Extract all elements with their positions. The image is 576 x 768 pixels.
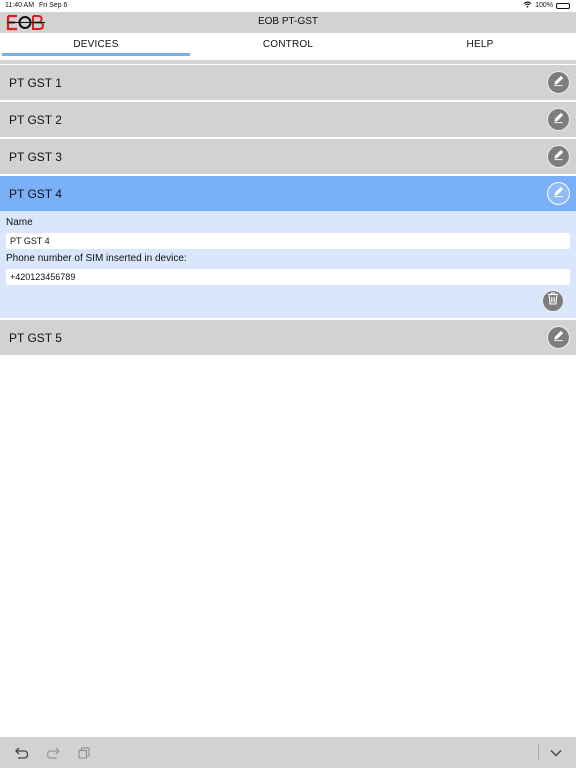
pencil-icon [552,111,565,129]
tab-bar: DEVICES CONTROL HELP [0,33,576,60]
device-name: PT GST 3 [9,149,62,164]
redo-icon[interactable] [45,745,61,761]
wifi-icon [523,1,532,10]
edit-device-button[interactable] [547,326,570,349]
tab-devices[interactable]: DEVICES [0,33,192,60]
name-input[interactable] [6,233,570,249]
device-list: PT GST 1 PT GST 2 PT GST 3 PT GST 4 Name… [0,65,576,357]
tab-divider [0,60,576,64]
chevron-down-icon[interactable] [548,745,564,761]
phone-label: Phone number of SIM inserted in device: [6,253,187,264]
status-date: Fri Sep 6 [39,2,68,9]
edit-device-button[interactable] [547,145,570,168]
pencil-icon [552,148,565,166]
keyboard-toolbar [0,737,576,768]
pencil-icon [552,185,565,203]
tab-control[interactable]: CONTROL [192,33,384,60]
title-bar: EOB PT-GST [0,12,576,33]
device-row-3[interactable]: PT GST 3 [0,139,576,174]
device-row-2[interactable]: PT GST 2 [0,102,576,137]
device-name: PT GST 5 [9,330,62,345]
device-name: PT GST 2 [9,112,62,127]
device-details-panel: Name Phone number of SIM inserted in dev… [0,211,576,318]
device-name: PT GST 1 [9,75,62,90]
name-label: Name [6,217,33,228]
edit-device-button[interactable] [547,71,570,94]
device-row-4-selected[interactable]: PT GST 4 [0,176,576,211]
pencil-icon [552,74,565,92]
status-time: 11:40 AM [5,2,35,9]
edit-device-button[interactable] [547,108,570,131]
device-row-5[interactable]: PT GST 5 [0,320,576,355]
status-indicators: 100% [523,1,570,10]
device-name: PT GST 4 [9,186,62,201]
status-bar: 11:40 AM Fri Sep 6 100% [0,0,576,12]
app-title: EOB PT-GST [257,16,318,27]
undo-icon[interactable] [14,745,30,761]
paste-icon[interactable] [76,745,92,761]
edit-device-button[interactable] [547,182,570,205]
phone-input[interactable] [6,269,570,285]
battery-icon [556,2,570,9]
trash-icon [547,292,559,310]
app-screen: 11:40 AM Fri Sep 6 100% EOB PT-GST DEVIC… [0,0,576,768]
delete-device-button[interactable] [542,290,564,312]
device-row-1[interactable]: PT GST 1 [0,65,576,100]
toolbar-separator [538,744,539,761]
tab-help[interactable]: HELP [384,33,576,60]
pencil-icon [552,329,565,347]
battery-percent: 100% [535,2,553,9]
